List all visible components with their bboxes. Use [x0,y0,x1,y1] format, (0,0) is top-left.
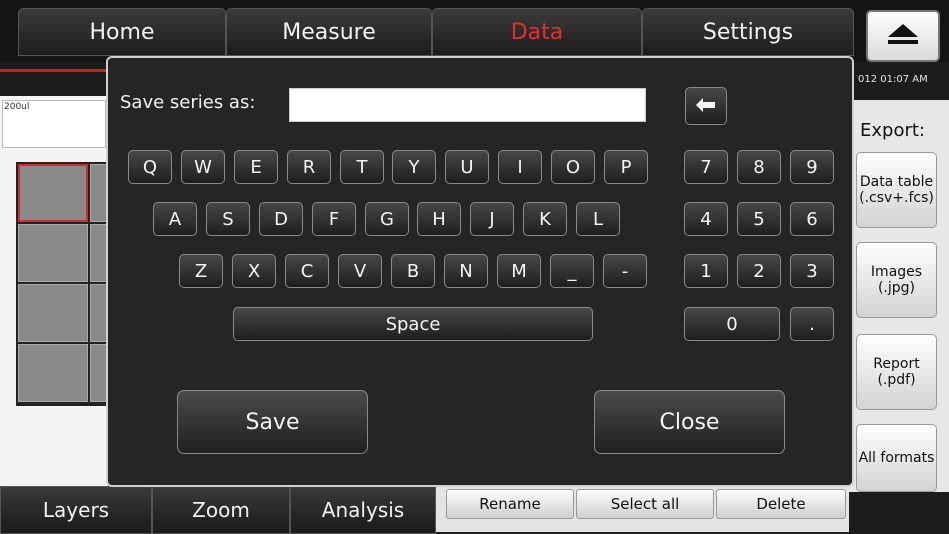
key-q[interactable]: Q [128,150,172,184]
key-8[interactable]: 8 [737,150,781,184]
close-button[interactable]: Close [594,390,785,454]
tab-zoom[interactable]: Zoom [152,486,290,534]
select-all-button[interactable]: Select all [576,489,714,519]
key-d[interactable]: D [259,202,303,236]
key-z[interactable]: Z [179,254,223,288]
image-grid [16,162,108,406]
key-f[interactable]: F [312,202,356,236]
key-e[interactable]: E [234,150,278,184]
key-s[interactable]: S [206,202,250,236]
export-title: Export: [860,120,925,141]
export-data-table-button[interactable]: Data table (.csv+.fcs) [856,152,937,228]
datetime: 012 01:07 AM [858,74,928,85]
key-hyphen[interactable]: - [603,254,647,288]
rename-button[interactable]: Rename [446,489,574,519]
image-tile[interactable] [18,164,88,222]
key-3[interactable]: 3 [790,254,834,288]
key-a[interactable]: A [153,202,197,236]
export-images-button[interactable]: Images (.jpg) [856,242,937,318]
key-7[interactable]: 7 [684,150,728,184]
image-tile[interactable] [18,344,88,402]
key-w[interactable]: W [181,150,225,184]
key-m[interactable]: M [497,254,541,288]
key-6[interactable]: 6 [790,202,834,236]
key-o[interactable]: O [551,150,595,184]
key-k[interactable]: K [523,202,567,236]
key-u[interactable]: U [445,150,489,184]
key-t[interactable]: T [340,150,384,184]
space-key[interactable]: Space [233,307,593,341]
tab-analysis[interactable]: Analysis [290,486,436,534]
active-indicator [0,69,108,72]
key-l[interactable]: L [576,202,620,236]
tab-measure[interactable]: Measure [226,8,432,56]
key-0[interactable]: 0 [684,307,780,341]
tab-home[interactable]: Home [18,8,226,56]
export-report-button[interactable]: Report (.pdf) [856,334,937,410]
key-r[interactable]: R [287,150,331,184]
sample-label: 200ul [4,102,30,112]
key-n[interactable]: N [444,254,488,288]
tab-settings[interactable]: Settings [642,8,854,56]
key-1[interactable]: 1 [684,254,728,288]
image-tile[interactable] [18,284,88,342]
key-j[interactable]: J [470,202,514,236]
save-series-label: Save series as: [120,92,256,113]
save-button[interactable]: Save [177,390,368,454]
key-v[interactable]: V [338,254,382,288]
backspace-key[interactable] [685,87,727,125]
export-all-formats-button[interactable]: All formats [856,424,937,492]
key-y[interactable]: Y [392,150,436,184]
series-name-input[interactable] [289,88,646,122]
key-i[interactable]: I [498,150,542,184]
key-h[interactable]: H [417,202,461,236]
sample-panel: 200ul [0,96,108,488]
key-g[interactable]: G [365,202,409,236]
tab-layers[interactable]: Layers [0,486,152,534]
key-2[interactable]: 2 [737,254,781,288]
key-c[interactable]: C [285,254,329,288]
key-4[interactable]: 4 [684,202,728,236]
key-p[interactable]: P [604,150,648,184]
eject-icon [886,22,920,50]
key-9[interactable]: 9 [790,150,834,184]
key-5[interactable]: 5 [737,202,781,236]
key-underscore[interactable]: _ [550,254,594,288]
eject-button[interactable] [866,10,940,62]
key-x[interactable]: X [232,254,276,288]
image-tile[interactable] [18,224,88,282]
backspace-arrow-icon [696,96,716,117]
delete-button[interactable]: Delete [716,489,846,519]
key-b[interactable]: B [391,254,435,288]
key-decimal[interactable]: . [790,307,834,341]
tab-data[interactable]: Data [432,8,642,56]
